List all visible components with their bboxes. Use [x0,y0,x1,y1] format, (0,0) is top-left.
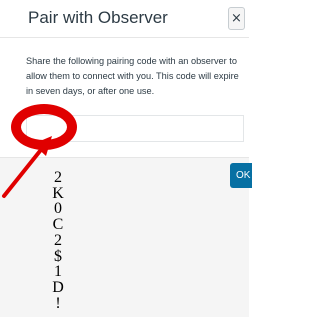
close-button[interactable]: × [228,7,245,30]
code-char: ! [55,294,61,312]
ok-button[interactable]: OK [230,163,252,188]
code-char: D [52,278,64,296]
dialog-header: Pair with Observer × [0,0,249,38]
code-char: C [52,216,64,234]
code-char: 0 [54,200,62,218]
code-char: 2 [54,169,62,186]
code-char: $ [54,247,62,265]
code-char: 1 [54,263,62,281]
close-icon: × [231,11,242,26]
pairing-instructions: Share the following pairing code with an… [26,56,239,96]
handwritten-pairing-code: 2 K 0 C 2 $ 1 D ! [46,170,70,311]
code-char: K [52,184,64,202]
dialog-title: Pair with Observer [28,8,168,27]
code-char: 2 [54,231,62,249]
